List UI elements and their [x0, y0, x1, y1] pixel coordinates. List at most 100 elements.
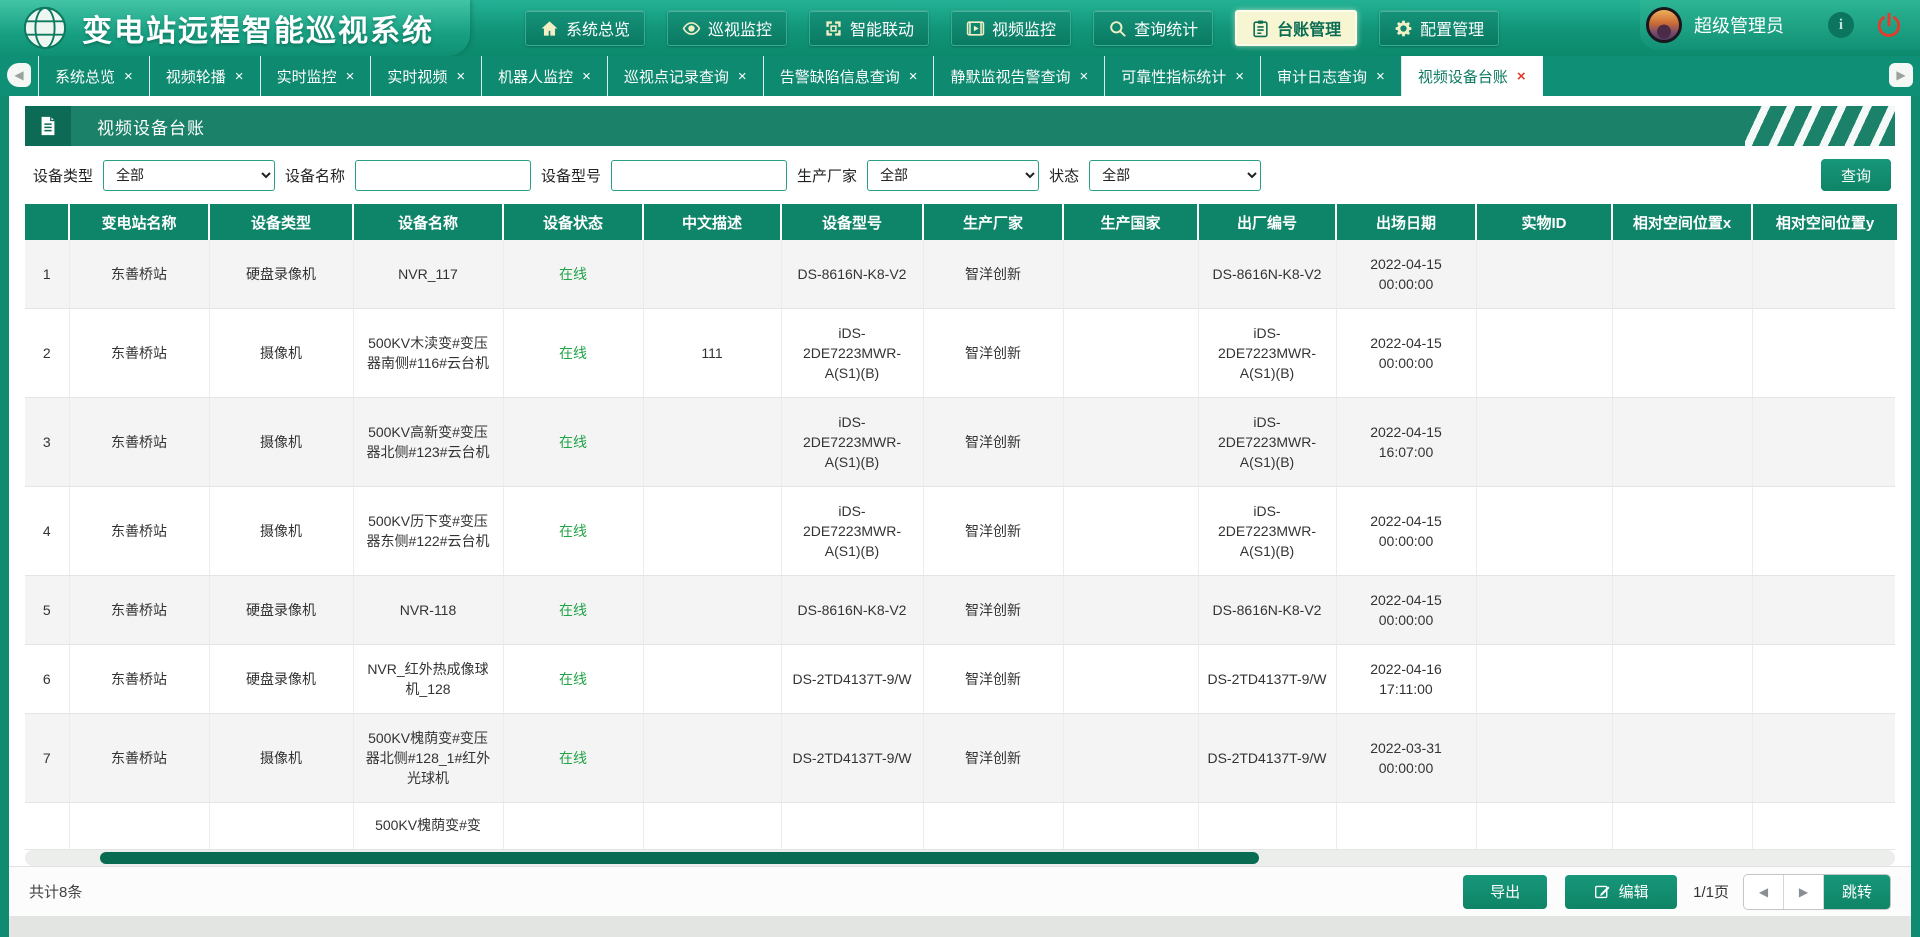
device-type-select[interactable]: 全部 [103, 160, 275, 191]
tab-可靠性指标统计[interactable]: 可靠性指标统计× [1105, 56, 1261, 96]
main-content: 视频设备台账 设备类型 全部 设备名称 设备型号 生产厂家 全部 状态 全部 查… [0, 96, 1920, 937]
table-viewport: 1东善桥站硬盘录像机NVR_117在线DS-8616N-K8-V2智洋创新DS-… [25, 240, 1895, 850]
cell [1476, 398, 1612, 487]
cell: 2022-04-15 16:07:00 [1336, 398, 1476, 487]
info-icon[interactable]: i [1828, 12, 1854, 38]
tab-close-icon[interactable]: × [1517, 69, 1526, 84]
cell [69, 803, 209, 850]
query-button[interactable]: 查询 [1821, 159, 1891, 191]
logout-power-icon[interactable] [1876, 12, 1902, 38]
cell [1752, 714, 1895, 803]
nav-button-台账管理[interactable]: 台账管理 [1235, 10, 1357, 46]
tab-静默监视告警查询[interactable]: 静默监视告警查询 × [934, 56, 1105, 96]
device-name-input[interactable] [355, 160, 531, 191]
nav-button-系统总览[interactable]: 系统总览 [525, 10, 645, 46]
cell: DS-8616N-K8-V2 [1198, 240, 1336, 309]
cell [1476, 576, 1612, 645]
device-model-input[interactable] [611, 160, 787, 191]
next-page-icon[interactable]: ▶ [1784, 875, 1824, 909]
device-model-label: 设备型号 [541, 165, 601, 186]
user-name: 超级管理员 [1694, 12, 1828, 38]
cell [1063, 309, 1198, 398]
table-row[interactable]: 5东善桥站硬盘录像机NVR-118在线DS-8616N-K8-V2智洋创新DS-… [25, 576, 1895, 645]
cell: 摄像机 [209, 487, 353, 576]
cell [1612, 309, 1752, 398]
vendor-label: 生产厂家 [797, 165, 857, 186]
cell [643, 240, 781, 309]
tab-审计日志查询[interactable]: 审计日志查询× [1261, 56, 1402, 96]
cell [1752, 576, 1895, 645]
cell: 5 [25, 576, 69, 645]
cell [1476, 803, 1612, 850]
nav-button-查询统计[interactable]: 查询统计 [1093, 10, 1213, 46]
cell [1476, 309, 1612, 398]
jump-button[interactable]: 跳转 [1824, 875, 1890, 909]
table-row[interactable]: 500KV槐荫变#变 [25, 803, 1895, 850]
cell: 智洋创新 [923, 714, 1063, 803]
edit-pencil-icon [1594, 883, 1611, 900]
cell: 硬盘录像机 [209, 645, 353, 714]
tab-实时监控[interactable]: 实时监控× [261, 56, 372, 96]
cell [503, 803, 643, 850]
app-title: 变电站远程智能巡视系统 [82, 6, 434, 50]
status-select[interactable]: 全部 [1089, 160, 1261, 191]
tab-视频轮播[interactable]: 视频轮播× [150, 56, 261, 96]
table-row[interactable]: 2东善桥站摄像机500KV木渎变#变压器南侧#116#云台机在线111iDS-2… [25, 309, 1895, 398]
table-row[interactable]: 4东善桥站摄像机500KV历下变#变压器东侧#122#云台机在线iDS-2DE7… [25, 487, 1895, 576]
tab-实时视频[interactable]: 实时视频× [371, 56, 482, 96]
table-row[interactable]: 7东善桥站摄像机500KV槐荫变#变压器北侧#128_1#红外光球机在线DS-2… [25, 714, 1895, 803]
cell: 4 [25, 487, 69, 576]
cell [1476, 487, 1612, 576]
scrollbar-thumb[interactable] [100, 852, 1259, 864]
tab-close-icon[interactable]: × [235, 69, 244, 84]
eye-icon [682, 19, 701, 38]
cell [1612, 803, 1752, 850]
table-row[interactable]: 1东善桥站硬盘录像机NVR_117在线DS-8616N-K8-V2智洋创新DS-… [25, 240, 1895, 309]
nav-button-label: 配置管理 [1420, 16, 1484, 40]
cell: DS-2TD4137T-9/W [1198, 645, 1336, 714]
table-row[interactable]: 6东善桥站硬盘录像机NVR_红外热成像球机_128在线DS-2TD4137T-9… [25, 645, 1895, 714]
cell: 东善桥站 [69, 645, 209, 714]
tab-close-icon[interactable]: × [738, 69, 747, 84]
table-row[interactable]: 3东善桥站摄像机500KV高新变#变压器北侧#123#云台机在线iDS-2DE7… [25, 398, 1895, 487]
tab-close-icon[interactable]: × [456, 69, 465, 84]
nav-button-配置管理[interactable]: 配置管理 [1379, 10, 1499, 46]
tab-close-icon[interactable]: × [1079, 69, 1088, 84]
tab-系统总览[interactable]: 系统总览× [38, 56, 150, 96]
tab-label: 静默监视告警查询 [950, 66, 1070, 87]
tab-list: 系统总览×视频轮播×实时监控×实时视频×机器人监控×巡视点记录查询×告警缺陷信息… [38, 56, 1543, 96]
device-name-label: 设备名称 [285, 165, 345, 186]
tab-close-icon[interactable]: × [1235, 69, 1244, 84]
table-header-row: 变电站名称设备类型设备名称设备状态中文描述设备型号生产厂家生产国家出厂编号出场日… [25, 204, 1897, 240]
cell [1612, 576, 1752, 645]
tab-告警缺陷信息查询[interactable]: 告警缺陷信息查询× [764, 56, 935, 96]
tab-视频设备台账[interactable]: 视频设备台账× [1402, 56, 1543, 96]
cell: 东善桥站 [69, 240, 209, 309]
vendor-select[interactable]: 全部 [867, 160, 1039, 191]
cell [1612, 714, 1752, 803]
tab-close-icon[interactable]: × [1376, 69, 1385, 84]
cell: 智洋创新 [923, 645, 1063, 714]
tab-机器人监控[interactable]: 机器人监控× [482, 56, 608, 96]
cell: 2022-04-15 00:00:00 [1336, 487, 1476, 576]
cell: 在线 [503, 240, 643, 309]
cell: 智洋创新 [923, 576, 1063, 645]
prev-page-icon[interactable]: ◀ [1744, 875, 1784, 909]
tab-close-icon[interactable]: × [582, 69, 591, 84]
nav-button-智能联动[interactable]: 智能联动 [809, 10, 929, 46]
cell: 500KV槐荫变#变 [353, 803, 503, 850]
edit-button[interactable]: 编辑 [1565, 875, 1677, 909]
column-header-设备型号: 设备型号 [781, 204, 923, 240]
cell: DS-8616N-K8-V2 [1198, 576, 1336, 645]
cell: 2022-04-16 17:11:00 [1336, 645, 1476, 714]
tab-close-icon[interactable]: × [124, 69, 133, 84]
tab-close-icon[interactable]: × [909, 69, 918, 84]
tab-scroll-left-icon[interactable]: ◀ [7, 63, 31, 87]
nav-button-巡视监控[interactable]: 巡视监控 [667, 10, 787, 46]
tab-scroll-right-icon[interactable]: ▶ [1889, 63, 1913, 87]
export-button[interactable]: 导出 [1463, 875, 1547, 909]
tab-close-icon[interactable]: × [346, 69, 355, 84]
nav-button-视频监控[interactable]: 视频监控 [951, 10, 1071, 46]
cell [643, 576, 781, 645]
tab-巡视点记录查询[interactable]: 巡视点记录查询× [608, 56, 764, 96]
